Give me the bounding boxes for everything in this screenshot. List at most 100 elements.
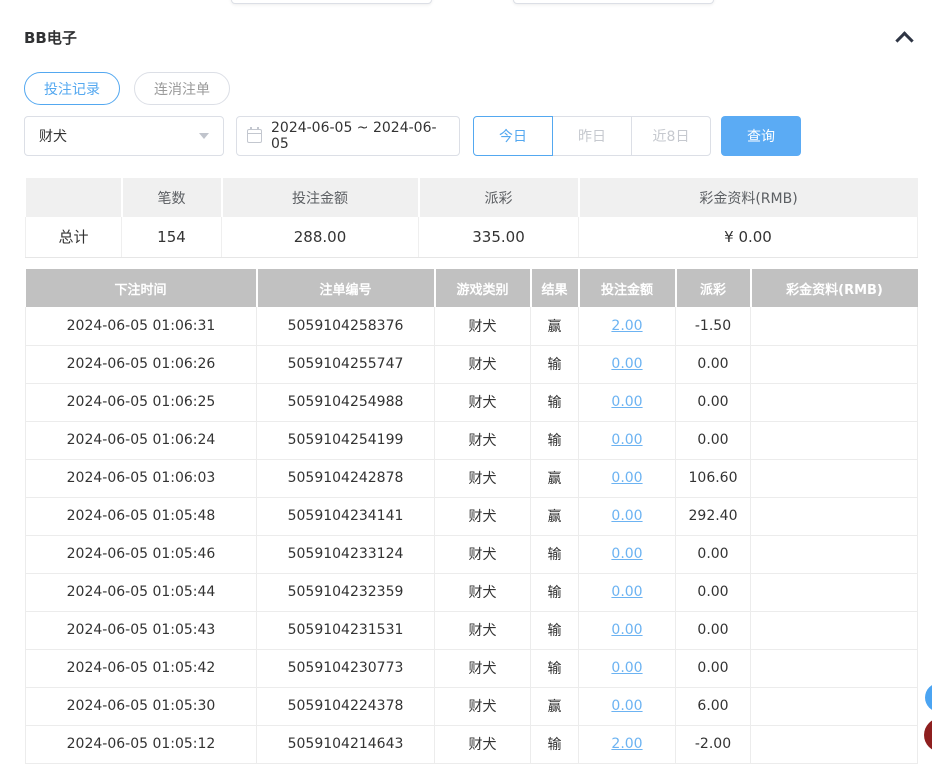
bet-amount-link[interactable]: 0.00 [611, 508, 642, 524]
cell-bonus [751, 725, 918, 763]
cell-game: 财犬 [435, 307, 531, 345]
cell-order: 5059104242878 [257, 459, 435, 497]
cell-order: 5059104214643 [257, 725, 435, 763]
cell-bonus [751, 535, 918, 573]
summary-total-label: 总计 [26, 217, 122, 257]
cell-time: 2024-06-05 01:05:44 [26, 573, 257, 611]
section-title: BB电子 [24, 27, 77, 48]
table-row: 2024-06-05 01:05:30 5059104224378 财犬 赢 0… [26, 687, 918, 725]
bet-amount-link[interactable]: 0.00 [611, 470, 642, 486]
section-header: BB电子 [24, 27, 913, 48]
game-select[interactable]: 财犬 [24, 116, 224, 156]
table-row: 2024-06-05 01:05:12 5059104214643 财犬 输 2… [26, 725, 918, 763]
cropped-input-right[interactable] [513, 0, 714, 4]
cell-order: 5059104255747 [257, 345, 435, 383]
cell-bonus [751, 383, 918, 421]
bet-amount-link[interactable]: 0.00 [611, 698, 642, 714]
table-row: 2024-06-05 01:06:24 5059104254199 财犬 输 0… [26, 421, 918, 459]
cell-bet: 0.00 [579, 687, 676, 725]
cell-game: 财犬 [435, 497, 531, 535]
date-range-input[interactable]: 2024-06-05 ~ 2024-06-05 [236, 116, 460, 156]
bet-amount-link[interactable]: 0.00 [611, 546, 642, 562]
cell-result: 赢 [531, 687, 579, 725]
records-header-bet: 投注金额 [579, 269, 676, 307]
cell-time: 2024-06-05 01:06:25 [26, 383, 257, 421]
cell-result: 输 [531, 649, 579, 687]
cell-time: 2024-06-05 01:06:26 [26, 345, 257, 383]
cell-payout: 0.00 [676, 535, 751, 573]
tab-bet-records[interactable]: 投注记录 [24, 72, 120, 105]
cell-time: 2024-06-05 01:05:12 [26, 725, 257, 763]
cell-order: 5059104233124 [257, 535, 435, 573]
cropped-input-left[interactable] [231, 0, 432, 4]
bet-amount-link[interactable]: 0.00 [611, 660, 642, 676]
records-tbody: 2024-06-05 01:06:31 5059104258376 财犬 赢 2… [26, 307, 918, 763]
bet-amount-link[interactable]: 2.00 [611, 736, 642, 752]
cell-bonus [751, 649, 918, 687]
cell-time: 2024-06-05 01:05:46 [26, 535, 257, 573]
tab-void-orders[interactable]: 连消注单 [134, 72, 230, 105]
range-yesterday-button[interactable]: 昨日 [552, 116, 632, 156]
bet-amount-link[interactable]: 0.00 [611, 622, 642, 638]
cell-game: 财犬 [435, 649, 531, 687]
cell-game: 财犬 [435, 383, 531, 421]
cell-bet: 2.00 [579, 307, 676, 345]
date-range-value: 2024-06-05 ~ 2024-06-05 [271, 120, 449, 152]
bet-amount-link[interactable]: 2.00 [611, 318, 642, 334]
summary-table: 笔数 投注金额 派彩 彩金资料(RMB) 总计 154 288.00 335.0… [25, 178, 918, 258]
cell-result: 赢 [531, 497, 579, 535]
summary-total-row: 总计 154 288.00 335.00 ¥ 0.00 [26, 217, 918, 257]
cell-time: 2024-06-05 01:06:03 [26, 459, 257, 497]
records-header-payout: 派彩 [676, 269, 751, 307]
cell-game: 财犬 [435, 459, 531, 497]
range-last8days-button[interactable]: 近8日 [631, 116, 711, 156]
cell-payout: -2.00 [676, 725, 751, 763]
cell-order: 5059104254199 [257, 421, 435, 459]
cell-bonus [751, 497, 918, 535]
cell-payout: 106.60 [676, 459, 751, 497]
cell-game: 财犬 [435, 421, 531, 459]
bet-amount-link[interactable]: 0.00 [611, 432, 642, 448]
collapse-chevron-up-icon[interactable] [895, 31, 913, 49]
table-row: 2024-06-05 01:06:26 5059104255747 财犬 输 0… [26, 345, 918, 383]
range-today-button[interactable]: 今日 [473, 116, 553, 156]
cell-game: 财犬 [435, 573, 531, 611]
bet-amount-link[interactable]: 0.00 [611, 394, 642, 410]
summary-total-payout: 335.00 [419, 217, 579, 257]
records-header-time: 下注时间 [26, 269, 257, 307]
summary-header-payout: 派彩 [419, 178, 579, 217]
bet-amount-link[interactable]: 0.00 [611, 356, 642, 372]
summary-header-count: 笔数 [122, 178, 222, 217]
table-row: 2024-06-05 01:05:46 5059104233124 财犬 输 0… [26, 535, 918, 573]
cell-game: 财犬 [435, 725, 531, 763]
cell-payout: 6.00 [676, 687, 751, 725]
cell-bet: 0.00 [579, 421, 676, 459]
cell-result: 赢 [531, 307, 579, 345]
floating-widget-red-button[interactable] [924, 718, 932, 752]
game-select-value: 财犬 [39, 126, 67, 146]
cell-result: 输 [531, 725, 579, 763]
caret-down-icon [199, 133, 209, 139]
cell-result: 输 [531, 611, 579, 649]
table-row: 2024-06-05 01:05:43 5059104231531 财犬 输 0… [26, 611, 918, 649]
cell-bet: 0.00 [579, 535, 676, 573]
floating-widget-blue-button[interactable] [925, 683, 932, 712]
cell-result: 输 [531, 421, 579, 459]
cell-result: 赢 [531, 459, 579, 497]
search-button[interactable]: 查询 [721, 116, 801, 156]
bet-amount-link[interactable]: 0.00 [611, 584, 642, 600]
cell-time: 2024-06-05 01:05:42 [26, 649, 257, 687]
cell-payout: 0.00 [676, 383, 751, 421]
records-header-game: 游戏类别 [435, 269, 531, 307]
records-header-result: 结果 [531, 269, 579, 307]
summary-header-bonus: 彩金资料(RMB) [579, 178, 918, 217]
cell-bet: 0.00 [579, 383, 676, 421]
table-row: 2024-06-05 01:06:25 5059104254988 财犬 输 0… [26, 383, 918, 421]
records-header-bonus: 彩金资料(RMB) [751, 269, 918, 307]
cell-result: 输 [531, 345, 579, 383]
cell-bet: 0.00 [579, 345, 676, 383]
cell-bonus [751, 345, 918, 383]
cell-order: 5059104258376 [257, 307, 435, 345]
cell-bet: 0.00 [579, 459, 676, 497]
cell-time: 2024-06-05 01:05:43 [26, 611, 257, 649]
